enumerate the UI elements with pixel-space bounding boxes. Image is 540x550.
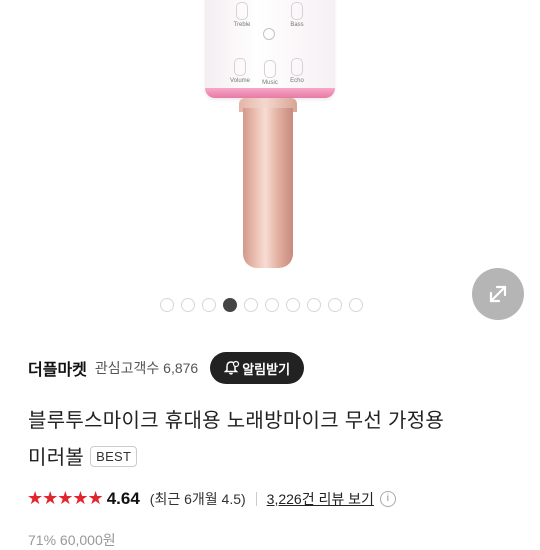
rating-stars: ★★★★★ [27,488,104,508]
follower-count: 관심고객수 6,876 [94,360,199,376]
volume-label: Volume [229,78,250,84]
seller-name[interactable]: 더플마켓 [28,356,87,380]
carousel-dot[interactable] [307,298,321,312]
expand-arrows-icon [489,285,507,303]
echo-label: Echo [290,78,304,84]
info-icon[interactable]: i [379,490,396,507]
mic-head: Treble Bass Volume Music Echo [205,0,335,98]
notify-button[interactable]: 알림받기 [210,352,305,384]
best-badge: BEST [90,446,138,468]
carousel-dot[interactable] [328,298,342,312]
carousel-dot[interactable] [223,298,237,312]
divider [255,491,257,506]
seller-row: 더플마켓 관심고객수 6,876 알림받기 [28,352,528,384]
carousel-dot[interactable] [202,298,216,312]
product-image[interactable]: Treble Bass Volume Music Echo [0,0,540,290]
power-icon [263,28,275,40]
bass-button-graphic: Bass [282,2,312,28]
carousel-indicator[interactable] [160,298,363,312]
carousel-dot[interactable] [286,298,300,312]
carousel-dot[interactable] [265,298,279,312]
recent-rating: (최근 6개월 4.5) [149,490,246,507]
mic-pink-band [205,88,335,98]
product-title-line1: 블루투스마이크 휴대용 노래방마이크 무선 가정용 [28,410,445,432]
carousel-dot[interactable] [244,298,258,312]
price-peek: 71% 60,000원 [28,532,116,548]
product-title-text: 미러볼 [28,447,85,469]
carousel-dot[interactable] [160,298,174,312]
carousel-dot[interactable] [349,298,363,312]
reviews-link[interactable]: 3,226건 리뷰 보기 [267,489,374,509]
treble-button-graphic: Treble [227,2,257,28]
bass-label: Bass [290,22,304,28]
notify-label: 알림받기 [242,361,291,377]
bell-plus-icon [223,360,240,375]
mic-handle [243,108,293,268]
expand-image-button[interactable] [472,268,524,320]
rating-row: ★★★★★ 4.64 (최근 6개월 4.5) 3,226건 리뷰 보기 i [27,488,396,509]
echo-button-graphic: Echo [282,58,312,84]
rating-value: 4.64 [106,488,140,508]
carousel-dot[interactable] [181,298,195,312]
product-title-line2: 미러볼 BEST [28,441,138,470]
treble-label: Treble [233,22,251,28]
music-button-graphic: Music [255,60,285,86]
volume-button-graphic: Volume [225,58,255,84]
music-label: Music [262,80,278,86]
